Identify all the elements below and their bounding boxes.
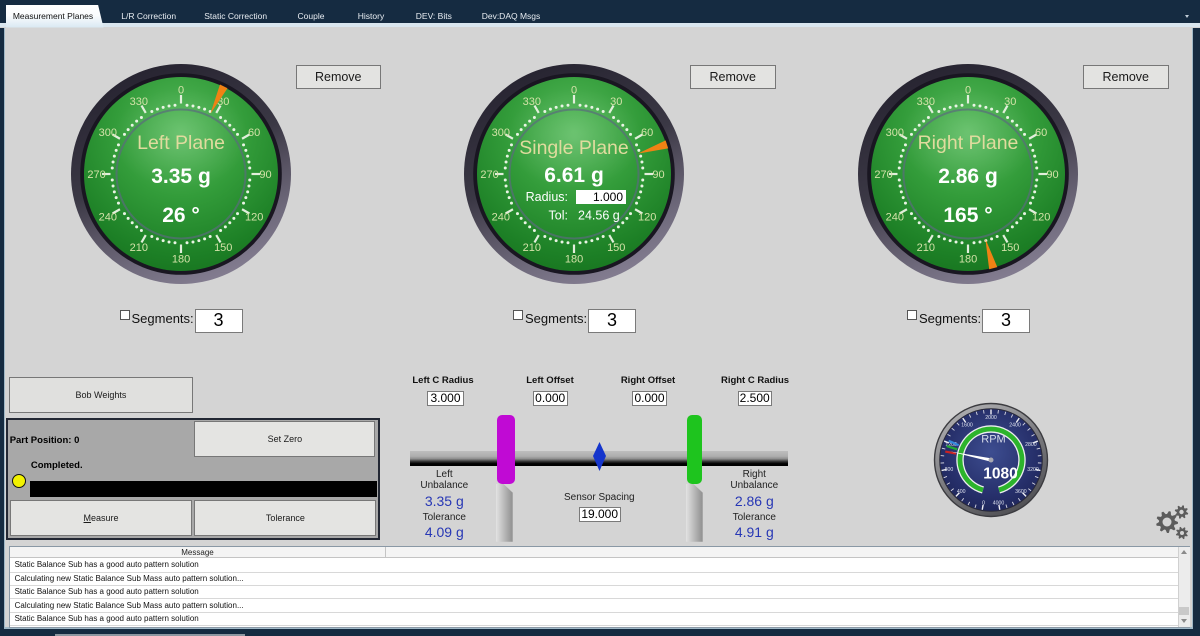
svg-text:240: 240: [492, 211, 510, 223]
svg-text:180: 180: [171, 254, 189, 266]
svg-text:210: 210: [129, 242, 147, 254]
svg-text:300: 300: [492, 127, 510, 139]
svg-text:0: 0: [982, 500, 985, 506]
svg-text:800: 800: [944, 467, 953, 473]
svg-text:90: 90: [259, 169, 271, 181]
svg-text:330: 330: [917, 96, 935, 108]
svg-text:270: 270: [874, 169, 892, 181]
svg-text:165 °: 165 °: [943, 204, 992, 227]
svg-text:90: 90: [1046, 169, 1058, 181]
svg-text:180: 180: [565, 254, 583, 266]
svg-text:Radius:: Radius:: [526, 190, 568, 204]
svg-text:Tol:: Tol:: [549, 209, 568, 223]
svg-text:150: 150: [607, 242, 625, 254]
svg-text:330: 330: [523, 96, 541, 108]
svg-text:60: 60: [248, 127, 260, 139]
svg-text:6.61 g: 6.61 g: [544, 164, 604, 187]
svg-text:120: 120: [638, 211, 656, 223]
svg-text:400: 400: [956, 489, 965, 495]
svg-text:2400: 2400: [1009, 422, 1021, 428]
svg-text:240: 240: [98, 211, 116, 223]
svg-text:30: 30: [610, 96, 622, 108]
svg-text:24.56 g: 24.56 g: [578, 209, 620, 223]
svg-text:270: 270: [87, 169, 105, 181]
svg-text:120: 120: [1032, 211, 1050, 223]
svg-text:210: 210: [523, 242, 541, 254]
svg-text:2000: 2000: [985, 415, 997, 421]
svg-text:270: 270: [480, 169, 498, 181]
svg-text:1080: 1080: [983, 466, 1017, 483]
svg-text:1.000: 1.000: [593, 190, 623, 204]
svg-text:330: 330: [129, 96, 147, 108]
svg-text:2.86 g: 2.86 g: [938, 165, 998, 188]
svg-text:3200: 3200: [1027, 467, 1039, 473]
svg-text:Single Plane: Single Plane: [519, 137, 629, 159]
svg-text:3.35 g: 3.35 g: [151, 165, 211, 188]
svg-text:120: 120: [245, 211, 263, 223]
svg-text:Right Plane: Right Plane: [918, 132, 1019, 154]
svg-text:Left Plane: Left Plane: [137, 132, 225, 154]
svg-text:0: 0: [965, 85, 971, 97]
svg-text:150: 150: [214, 242, 232, 254]
svg-text:210: 210: [917, 242, 935, 254]
svg-text:3600: 3600: [1015, 489, 1027, 495]
svg-text:0: 0: [177, 85, 183, 97]
svg-text:26 °: 26 °: [162, 204, 200, 227]
svg-text:0: 0: [571, 85, 577, 97]
svg-text:300: 300: [886, 127, 904, 139]
svg-text:150: 150: [1001, 242, 1019, 254]
svg-text:60: 60: [641, 127, 653, 139]
svg-text:4000: 4000: [992, 500, 1004, 506]
svg-text:2800: 2800: [1025, 442, 1037, 448]
svg-text:30: 30: [1004, 96, 1016, 108]
svg-text:90: 90: [652, 169, 664, 181]
svg-text:60: 60: [1035, 127, 1047, 139]
svg-text:300: 300: [98, 127, 116, 139]
svg-text:180: 180: [959, 254, 977, 266]
svg-text:240: 240: [886, 211, 904, 223]
svg-text:1600: 1600: [961, 422, 973, 428]
svg-text:RPM: RPM: [981, 434, 1005, 446]
